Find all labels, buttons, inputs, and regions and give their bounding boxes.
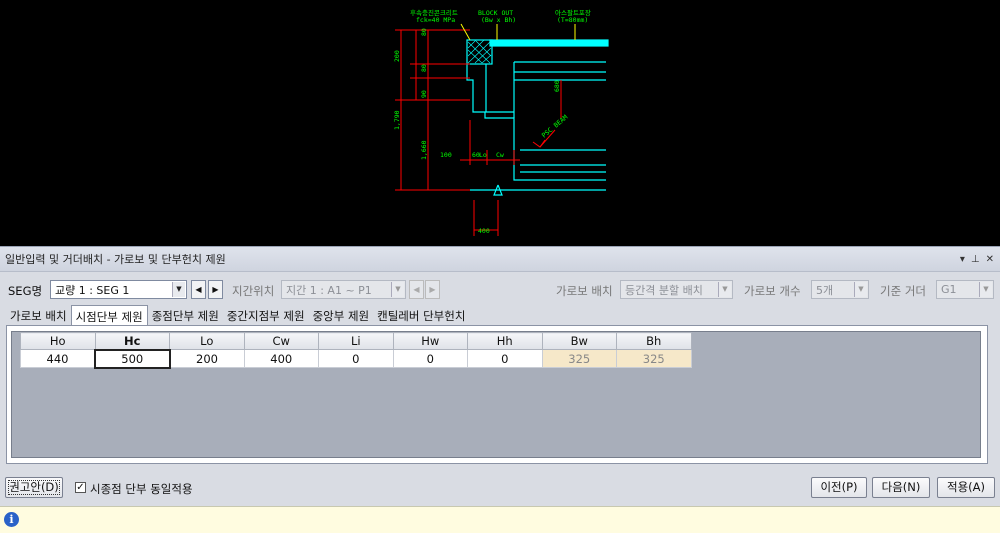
dim-80b: 80 (420, 64, 428, 72)
column-header[interactable]: Hw (392, 332, 468, 350)
span-select-value: 지간 1 : A1 ~ P1 (286, 283, 372, 297)
tab-crossbeam-layout[interactable]: 가로보 배치 (6, 305, 71, 325)
pin-icon[interactable]: ⊥ (971, 254, 980, 265)
footer-bar: 권고안(D) ✓ 시종점 단부 동일적용 이전(P) 다음(N) 적용(A) (0, 477, 1000, 501)
same-apply-label: 시종점 단부 동일적용 (90, 482, 193, 496)
dim-1660: 1,660 (420, 140, 428, 160)
apply-button[interactable]: 적용(A) (937, 477, 995, 498)
next-button[interactable]: 다음(N) (872, 477, 930, 498)
dim-200: 200 (393, 50, 401, 62)
column-header[interactable]: Li (318, 332, 394, 350)
crossbeam-layout-select[interactable]: 등간격 분할 배치 ▼ (620, 280, 733, 299)
crossbeam-layout-value: 등간격 분할 배치 (625, 283, 703, 297)
dim-1790: 1,790 (393, 110, 401, 130)
same-apply-checkbox[interactable]: ✓ (75, 482, 86, 493)
prev-span-button[interactable]: ◀ (409, 280, 424, 299)
seg-select-value: 교량 1 : SEG 1 (55, 283, 130, 297)
cross-section-drawing: 후속충진콘크리트 fck=40 MPa BLOCK OUT (Bw x Bh) … (393, 8, 609, 236)
grid-cell[interactable]: 200 (169, 349, 245, 368)
label-concrete-spec: fck=40 MPa (416, 16, 455, 24)
chevron-down-icon: ▼ (391, 282, 404, 297)
column-header[interactable]: Ho (20, 332, 96, 350)
column-header[interactable]: Hc (94, 332, 170, 350)
tab-intermediate-support[interactable]: 중간지점부 제원 (223, 305, 309, 325)
column-header[interactable]: Lo (169, 332, 245, 350)
tab-start-end[interactable]: 시점단부 제원 (70, 305, 148, 325)
grid-cell[interactable]: 400 (243, 349, 319, 368)
chevron-down-icon: ▼ (854, 282, 867, 297)
span-label: 지간위치 (232, 284, 275, 298)
column-header[interactable]: Bh (616, 332, 692, 350)
base-girder-select[interactable]: G1 ▼ (936, 280, 994, 299)
base-girder-value: G1 (941, 283, 957, 296)
seg-select[interactable]: 교량 1 : SEG 1 ▼ (50, 280, 187, 299)
grid-cell[interactable]: 0 (467, 349, 543, 368)
panel-title: 일반입력 및 거더배치 - 가로보 및 단부헌치 제원 (5, 253, 226, 266)
column-header[interactable]: Hh (467, 332, 543, 350)
next-seg-button[interactable]: ▶ (208, 280, 223, 299)
tab-center[interactable]: 중앙부 제원 (309, 305, 374, 325)
tab-cantilever-haunch[interactable]: 캔틸레버 단부헌치 (373, 305, 469, 325)
grid-cell[interactable]: 440 (20, 349, 96, 368)
label-beam: PSC BEAM (540, 113, 569, 139)
grid-cell-selected[interactable]: 500 (94, 348, 171, 369)
span-select[interactable]: 지간 1 : A1 ~ P1 ▼ (281, 280, 406, 299)
next-span-button[interactable]: ▶ (425, 280, 440, 299)
column-header[interactable]: Cw (243, 332, 319, 350)
crossbeam-layout-label: 가로보 배치 (556, 284, 613, 298)
girder-outline (466, 64, 606, 181)
seg-label: SEG명 (8, 284, 43, 298)
grid-cell-readonly: 325 (541, 349, 617, 368)
base-girder-label: 기준 거더 (880, 284, 926, 298)
dim-400: 400 (478, 227, 490, 235)
chevron-down-icon: ▼ (979, 282, 992, 297)
grid-cell[interactable]: 0 (318, 349, 394, 368)
chevron-down-icon: ▼ (172, 282, 185, 297)
panel-titlebar: 일반입력 및 거더배치 - 가로보 및 단부헌치 제원 ▾ ⊥ ✕ (0, 247, 1000, 272)
cad-drawing-view[interactable]: 후속충진콘크리트 fck=40 MPa BLOCK OUT (Bw x Bh) … (0, 0, 1000, 246)
dropdown-icon[interactable]: ▾ (960, 254, 965, 265)
tab-strip: 가로보 배치 시점단부 제원 종점단부 제원 중간지점부 제원 중앙부 제원 캔… (6, 305, 469, 325)
info-icon: i (4, 512, 19, 527)
status-bar: i (0, 506, 1000, 533)
crossbeam-count-select[interactable]: 5개 ▼ (811, 280, 869, 299)
crossbeam-count-value: 5개 (816, 283, 834, 297)
prev-seg-button[interactable]: ◀ (191, 280, 206, 299)
label-asphalt-thk: (T=80mm) (557, 16, 588, 24)
dim-cw: Cw (496, 151, 504, 159)
deck-slab (489, 39, 609, 47)
grid-cell-readonly: 325 (616, 349, 692, 368)
recommend-button[interactable]: 권고안(D) (5, 477, 63, 498)
dim-680: 680 (553, 80, 561, 92)
grid-cell[interactable]: 0 (392, 349, 468, 368)
table-row: 440 500 200 400 0 0 0 325 325 (20, 348, 692, 369)
prev-button[interactable]: 이전(P) (811, 477, 867, 498)
dim-100: 100 (440, 151, 452, 159)
property-panel: 일반입력 및 거더배치 - 가로보 및 단부헌치 제원 ▾ ⊥ ✕ SEG명 교… (0, 246, 1000, 533)
dim-lo: Lo (479, 151, 487, 159)
tab-content: Ho Hc Lo Cw Li Hw Hh Bw Bh 440 500 200 4… (6, 325, 988, 464)
toolbar-row: SEG명 교량 1 : SEG 1 ▼ ◀ ▶ 지간위치 지간 1 : A1 ~… (0, 279, 1000, 301)
data-grid: Ho Hc Lo Cw Li Hw Hh Bw Bh 440 500 200 4… (11, 331, 981, 458)
crossbeam-count-label: 가로보 개수 (744, 284, 801, 298)
dim-90: 90 (420, 90, 428, 98)
column-header[interactable]: Bw (541, 332, 617, 350)
grid-header-row: Ho Hc Lo Cw Li Hw Hh Bw Bh (20, 332, 692, 350)
tab-finish-end[interactable]: 종점단부 제원 (148, 305, 223, 325)
chevron-down-icon: ▼ (718, 282, 731, 297)
close-icon[interactable]: ✕ (986, 254, 994, 265)
dim-80: 80 (420, 28, 428, 36)
label-blockout-dim: (Bw x Bh) (481, 16, 516, 24)
